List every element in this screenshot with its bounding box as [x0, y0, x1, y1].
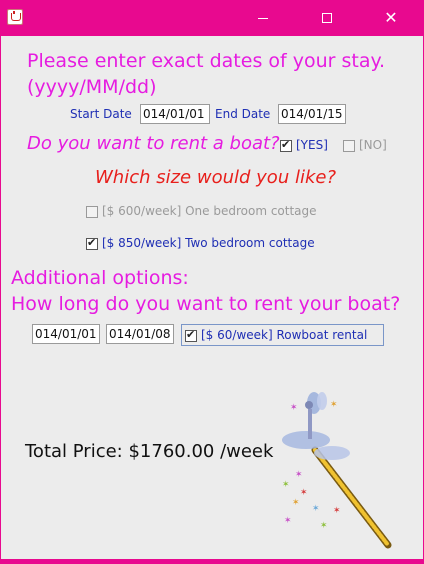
- maximize-icon: [322, 13, 332, 23]
- maximize-button[interactable]: [304, 0, 350, 36]
- svg-text:✶: ✶: [320, 521, 328, 531]
- java-cup-icon[interactable]: [7, 9, 23, 25]
- one-bedroom-checkbox[interactable]: [86, 206, 98, 218]
- minimize-button[interactable]: [240, 0, 286, 36]
- start-date-field[interactable]: 014/01/01: [140, 104, 210, 124]
- rowboat-label[interactable]: [$ 60/week] Rowboat rental: [201, 328, 367, 342]
- svg-text:✶: ✶: [282, 480, 290, 490]
- dates-heading-line1: Please enter exact dates of your stay.: [27, 50, 386, 72]
- two-bedroom-checkbox[interactable]: [86, 236, 98, 250]
- svg-text:✶: ✶: [295, 470, 303, 480]
- svg-text:✶: ✶: [284, 516, 292, 526]
- one-bedroom-label[interactable]: [$ 600/week] One bedroom cottage: [102, 204, 317, 218]
- size-question: Which size would you like?: [95, 167, 336, 188]
- dates-heading: Please enter exact dates of your stay. (…: [27, 48, 385, 100]
- boat-yes-label[interactable]: [YES]: [296, 138, 328, 152]
- close-button[interactable]: ✕: [368, 0, 414, 36]
- boat-yes-checkbox[interactable]: [280, 138, 292, 152]
- minimize-icon: [258, 18, 268, 19]
- end-date-label: End Date: [215, 107, 271, 121]
- window-border-bottom: [0, 559, 424, 564]
- window-border-left: [0, 36, 1, 564]
- svg-text:✶: ✶: [292, 498, 300, 508]
- boat-no-label[interactable]: [NO]: [359, 138, 387, 152]
- svg-text:✶: ✶: [312, 504, 320, 514]
- rowboat-checkbox[interactable]: [185, 328, 197, 342]
- dates-heading-line2: (yyyy/MM/dd): [27, 76, 157, 98]
- two-bedroom-label[interactable]: [$ 850/week] Two bedroom cottage: [102, 236, 315, 250]
- boat-duration-question: How long do you want to rent your boat?: [11, 293, 401, 315]
- svg-text:✶: ✶: [330, 400, 338, 410]
- close-icon: ✕: [384, 8, 398, 27]
- svg-text:✶: ✶: [300, 488, 308, 498]
- svg-text:✶: ✶: [290, 403, 298, 413]
- additional-options-heading: Additional options:: [11, 267, 189, 289]
- total-price: Total Price: $1760.00 /week: [25, 441, 274, 462]
- boat-no-checkbox[interactable]: [343, 140, 355, 152]
- boat-question: Do you want to rent a boat?: [27, 133, 280, 154]
- start-date-label: Start Date: [70, 107, 132, 121]
- title-bar: ✕: [0, 0, 424, 36]
- end-date-field[interactable]: 014/01/15: [278, 104, 346, 124]
- svg-text:✶: ✶: [333, 506, 341, 516]
- boat-start-date-field[interactable]: 014/01/01: [32, 324, 100, 344]
- boat-end-date-field[interactable]: 014/01/08: [106, 324, 174, 344]
- fairy-wand-image: ✶ ✶ ✶ ✶ ✶ ✶ ✶ ✶ ✶ ✶: [282, 392, 392, 549]
